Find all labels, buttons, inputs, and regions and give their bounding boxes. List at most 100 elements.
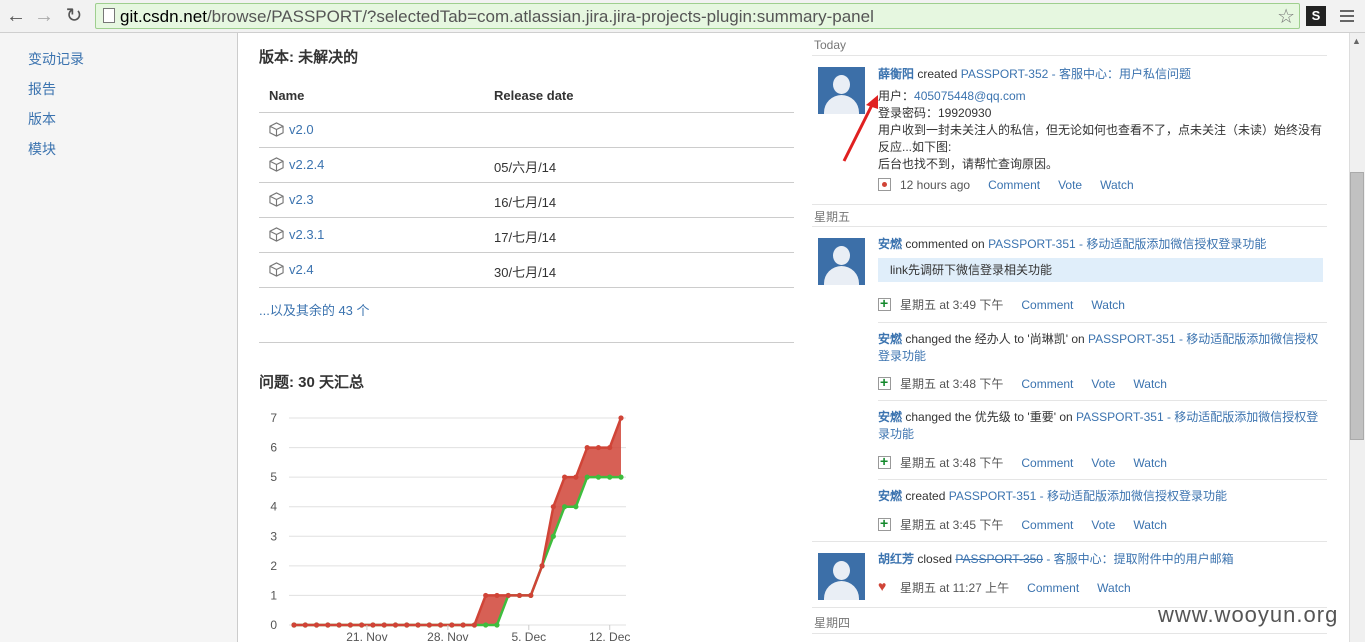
vote-link[interactable]: Vote: [1091, 377, 1115, 391]
data-point: [460, 622, 466, 628]
back-arrow-icon[interactable]: ←: [4, 4, 28, 28]
data-point: [516, 592, 523, 599]
timestamp: 星期五 at 3:48 下午: [900, 456, 1004, 470]
data-point: [471, 622, 478, 628]
sidebar-item-changelog[interactable]: 变动记录: [28, 49, 84, 69]
x-tick-label: 21. Nov: [346, 630, 387, 642]
table-row: v2.4 30/七月/14: [259, 253, 794, 288]
y-tick-label: 6: [270, 441, 277, 455]
extension-icon[interactable]: S: [1306, 6, 1326, 26]
package-icon: [269, 262, 284, 277]
y-tick-label: 7: [270, 411, 277, 425]
issue-key-link[interactable]: PASSPORT-350: [955, 552, 1043, 566]
browser-menu-icon[interactable]: [1338, 7, 1356, 25]
user-link[interactable]: 安燃: [878, 332, 902, 346]
body-line: 登录密码：19920930: [878, 106, 992, 120]
watch-link[interactable]: Watch: [1091, 298, 1125, 312]
issue-link[interactable]: - 客服中心：提取附件中的用户邮箱: [1043, 552, 1233, 566]
more-versions-link[interactable]: ...以及其余的 43 个: [259, 300, 370, 319]
issue-link[interactable]: PASSPORT-352 - 客服中心：用户私信问题: [961, 67, 1191, 81]
activity-verb: created: [914, 67, 961, 81]
activity-verb: commented on: [902, 237, 989, 251]
activity-headline: 薛衡阳 created PASSPORT-352 - 客服中心：用户私信问题: [878, 66, 1328, 83]
vote-link[interactable]: Vote: [1058, 178, 1082, 192]
watch-link[interactable]: Watch: [1097, 581, 1131, 595]
item-divider: [878, 322, 1327, 323]
new-feature-type-icon: [878, 515, 891, 531]
forward-arrow-icon[interactable]: →: [32, 4, 56, 28]
user-link[interactable]: 安燃: [878, 410, 902, 424]
user-link[interactable]: 薛衡阳: [878, 67, 914, 81]
version-link[interactable]: v2.4: [289, 262, 314, 277]
day-divider: [812, 541, 1327, 542]
day-divider: [812, 633, 1327, 634]
watermark: www.wooyun.org: [1158, 602, 1339, 627]
url-host: git.csdn.net: [120, 7, 207, 26]
bookmark-star-icon[interactable]: ☆: [1277, 4, 1295, 29]
data-point: [347, 622, 353, 628]
avatar[interactable]: [818, 553, 865, 600]
data-point: [595, 474, 602, 480]
version-link[interactable]: v2.2.4: [289, 157, 324, 172]
version-link[interactable]: v2.3: [289, 192, 314, 207]
data-point: [415, 622, 421, 628]
vote-link[interactable]: Vote: [1091, 518, 1115, 532]
new-feature-type-icon: [878, 374, 891, 390]
version-date: 30/七月/14: [494, 265, 557, 280]
user-link[interactable]: 胡红芳: [878, 552, 914, 566]
comment-link[interactable]: Comment: [1021, 377, 1073, 391]
address-bar[interactable]: git.csdn.net/browse/PASSPORT/?selectedTa…: [95, 3, 1300, 29]
vote-link[interactable]: Vote: [1091, 456, 1115, 470]
y-tick-label: 0: [270, 618, 277, 632]
scroll-up-icon[interactable]: ▲: [1352, 36, 1361, 46]
user-link[interactable]: 安燃: [878, 237, 902, 251]
area-fill: [294, 418, 621, 625]
data-point: [437, 622, 444, 628]
watch-link[interactable]: Watch: [1133, 518, 1167, 532]
data-point: [494, 622, 500, 628]
comment-link[interactable]: Comment: [1021, 518, 1073, 532]
comment-link[interactable]: Comment: [1021, 456, 1073, 470]
avatar[interactable]: [818, 238, 865, 285]
day-divider: [812, 204, 1327, 205]
data-point: [573, 504, 579, 510]
issues-chart-svg: 0 1 2 3 4 5 6 7 21. Nov 28. Nov 5. Dec 12. Dec: [270, 411, 630, 642]
comment-link[interactable]: Comment: [1021, 298, 1073, 312]
watch-link[interactable]: Watch: [1100, 178, 1134, 192]
version-link[interactable]: v2.3.1: [289, 227, 324, 242]
email-link[interactable]: 405075448@qq.com: [914, 89, 1026, 103]
comment-link[interactable]: Comment: [1027, 581, 1079, 595]
issue-link[interactable]: PASSPORT-351 - 移动适配版添加微信授权登录功能: [949, 489, 1227, 503]
avatar[interactable]: [818, 67, 865, 114]
activity-headline: 胡红芳 closed PASSPORT-350 - 客服中心：提取附件中的用户邮…: [878, 551, 1328, 568]
series-line: [294, 417, 623, 627]
data-point: [291, 622, 297, 628]
data-point: [392, 622, 399, 628]
activity-meta: 12 hours ago Comment Vote Watch: [878, 178, 1134, 192]
y-tick-label: 1: [270, 588, 277, 602]
comment-link[interactable]: Comment: [988, 178, 1040, 192]
version-date: 17/七月/14: [494, 230, 557, 245]
watch-link[interactable]: Watch: [1133, 377, 1167, 391]
table-row: v2.0: [259, 113, 794, 148]
activity-stream: Today 薛衡阳 created PASSPORT-352 - 客服中心：用户…: [812, 33, 1332, 642]
timestamp: 星期五 at 3:45 下午: [900, 518, 1004, 532]
scrollbar-thumb[interactable]: [1350, 172, 1364, 440]
issues-title: 问题: 30 天汇总: [259, 374, 365, 391]
sidebar-item-reports[interactable]: 报告: [28, 79, 56, 99]
issue-link[interactable]: PASSPORT-351 - 移动适配版添加微信授权登录功能: [988, 237, 1266, 251]
data-point: [404, 622, 410, 628]
user-link[interactable]: 安燃: [878, 489, 902, 503]
watch-link[interactable]: Watch: [1133, 456, 1167, 470]
x-tick-label: 5. Dec: [511, 630, 546, 642]
y-tick-label: 2: [270, 559, 277, 573]
data-point: [449, 622, 455, 628]
summary-main: 版本: 未解决的 Name Release date v2.0 v2.2.4 0…: [259, 33, 794, 642]
version-link[interactable]: v2.0: [289, 122, 314, 137]
sidebar-item-versions[interactable]: 版本: [28, 109, 56, 129]
reload-icon[interactable]: ↻: [62, 4, 86, 28]
timestamp: 星期五 at 11:27 上午: [900, 581, 1010, 595]
data-point: [359, 622, 365, 628]
item-divider: [878, 400, 1327, 401]
sidebar-item-components[interactable]: 模块: [28, 139, 56, 159]
